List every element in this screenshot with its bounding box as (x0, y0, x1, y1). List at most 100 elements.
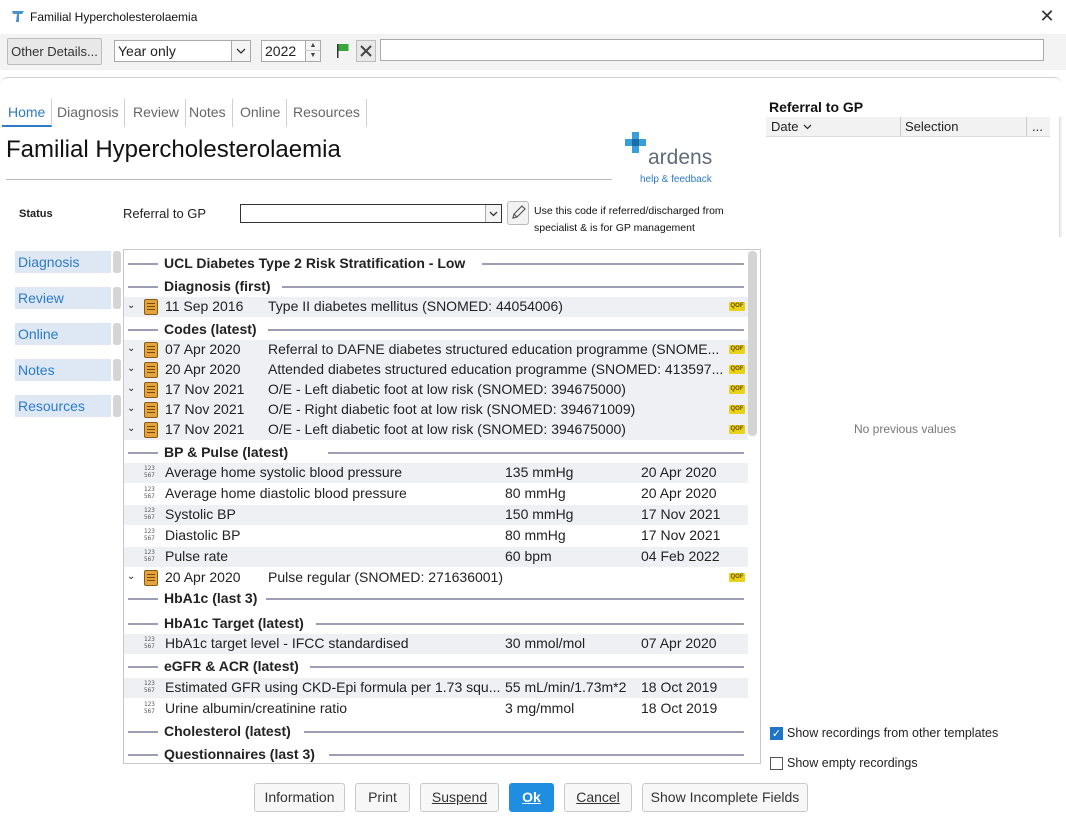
col-selection-header[interactable]: Selection (905, 119, 958, 134)
column-divider[interactable] (900, 117, 901, 137)
col-more-header[interactable]: ... (1032, 119, 1043, 134)
leftnav-notes[interactable]: Notes (15, 359, 111, 381)
section-rule (310, 666, 744, 668)
spin-up-icon[interactable]: ▲ (305, 41, 320, 51)
list-item[interactable]: 123 567 HbA1c target level - IFCC standar… (124, 634, 748, 654)
scroll-icon (144, 422, 158, 438)
recordings-list[interactable]: UCL Diabetes Type 2 Risk Stratification … (123, 249, 761, 764)
chevron-down-icon[interactable]: ⌄ (127, 403, 137, 414)
section-heading: HbA1c (last 3) (164, 590, 258, 606)
recording-date: 17 Nov 2021 (165, 381, 245, 397)
referral-help-text: Use this code if referred/discharged fro… (534, 205, 724, 234)
period-select[interactable]: Year only (114, 40, 251, 62)
numeric-value-icon: 123 567 (144, 680, 155, 694)
list-item[interactable]: ⌄ 20 Apr 2020 Pulse regular (SNOMED: 271… (124, 568, 748, 588)
tab-notes[interactable]: Notes (183, 99, 233, 127)
ok-button[interactable]: Ok (509, 783, 554, 812)
list-item[interactable]: ⌄ 20 Apr 2020 Attended diabetes structur… (124, 360, 748, 380)
flag-button[interactable] (333, 40, 353, 62)
chevron-down-icon[interactable]: ⌄ (127, 363, 137, 374)
information-button[interactable]: Information (254, 783, 345, 812)
chevron-down-icon[interactable]: ⌄ (127, 343, 137, 354)
qof-badge: QOF (729, 345, 745, 354)
show-other-templates-label[interactable]: Show recordings from other templates (787, 726, 998, 740)
tab-resources[interactable]: Resources (287, 99, 367, 127)
help-feedback-link[interactable]: help & feedback (640, 174, 712, 185)
list-item[interactable]: 123 567 Systolic BP 150 mmHg 17 Nov 2021 (124, 505, 748, 525)
recording-value: 80 mmHg (505, 527, 566, 543)
leftnav-resources[interactable]: Resources (15, 395, 111, 417)
list-item[interactable]: 123 567 Diastolic BP 80 mmHg 17 Nov 2021 (124, 526, 748, 546)
list-item[interactable]: ⌄ 11 Sep 2016 Type II diabetes mellitus … (124, 297, 748, 317)
leftnav-handle[interactable] (113, 287, 121, 309)
recording-date: 17 Nov 2021 (165, 401, 245, 417)
referral-label: Referral to GP (123, 206, 207, 221)
section-heading: Questionnaires (last 3) (164, 746, 315, 762)
tab-home[interactable]: Home (2, 99, 53, 127)
chevron-down-icon[interactable] (803, 123, 812, 131)
edit-note-button[interactable] (507, 201, 529, 225)
filter-input[interactable] (380, 39, 1044, 61)
recording-desc: Attended diabetes structured education p… (268, 361, 724, 377)
leftnav-handle[interactable] (113, 251, 121, 273)
print-button[interactable]: Print (355, 783, 410, 812)
empty-state-text: No previous values (854, 422, 957, 436)
section-heading: UCL Diabetes Type 2 Risk Stratification … (164, 255, 466, 271)
chevron-down-icon[interactable]: ⌄ (127, 300, 137, 311)
col-date-header[interactable]: Date (771, 119, 798, 134)
green-flag-icon (337, 44, 349, 58)
section-heading: eGFR & ACR (latest) (164, 658, 299, 674)
recording-name: Estimated GFR using CKD-Epi formula per … (165, 679, 501, 695)
chevron-down-icon[interactable]: ⌄ (127, 423, 137, 434)
close-icon[interactable]: ✕ (1038, 5, 1056, 27)
section-rule (128, 452, 158, 454)
ardens-logo-text[interactable]: ardens (648, 146, 712, 170)
x-icon (360, 45, 372, 57)
list-item[interactable]: ⌄ 17 Nov 2021 O/E - Left diabetic foot a… (124, 380, 748, 400)
list-item[interactable]: ⌄ 07 Apr 2020 Referral to DAFNE diabetes… (124, 340, 748, 360)
tab-online[interactable]: Online (234, 99, 288, 127)
qof-badge: QOF (729, 405, 745, 414)
window-title: Familial Hypercholesterolaemia (30, 10, 198, 24)
leftnav-handle[interactable] (113, 323, 121, 345)
tab-review[interactable]: Review (127, 99, 186, 127)
leftnav-review[interactable]: Review (15, 287, 111, 309)
numeric-value-icon: 123 567 (144, 528, 155, 542)
year-spinner[interactable]: 2022 ▲ ▼ (261, 40, 321, 62)
list-item[interactable]: 123 567 Pulse rate 60 bpm 04 Feb 2022 (124, 547, 748, 567)
chevron-down-icon[interactable] (485, 205, 501, 222)
show-other-templates-checkbox[interactable]: ✓ (770, 727, 783, 740)
leftnav-handle[interactable] (113, 359, 121, 381)
spin-down-icon[interactable]: ▼ (305, 51, 320, 61)
list-scrollbar[interactable] (748, 251, 757, 436)
recording-desc: O/E - Left diabetic foot at low risk (SN… (268, 421, 626, 437)
show-incomplete-fields-button[interactable]: Show Incomplete Fields (642, 783, 808, 812)
list-item[interactable]: ⌄ 17 Nov 2021 O/E - Right diabetic foot … (124, 400, 748, 420)
referral-combo[interactable] (240, 204, 502, 223)
leftnav-diagnosis[interactable]: Diagnosis (15, 251, 111, 273)
suspend-button[interactable]: Suspend (420, 783, 499, 812)
recording-date: 18 Oct 2019 (641, 679, 718, 695)
chevron-down-icon[interactable]: ⌄ (127, 383, 137, 394)
column-divider[interactable] (1026, 117, 1027, 137)
list-item[interactable]: 123 567 Average home systolic blood press… (124, 463, 748, 483)
list-item[interactable]: 123 567 Urine albumin/creatinine ratio 3 … (124, 699, 748, 719)
qof-badge: QOF (729, 573, 745, 582)
tab-diagnosis[interactable]: Diagnosis (51, 99, 126, 127)
other-details-button[interactable]: Other Details... (7, 38, 102, 65)
numeric-value-icon: 123 567 (144, 486, 155, 500)
clear-button[interactable] (356, 40, 376, 62)
leftnav-handle[interactable] (113, 395, 121, 417)
recording-date: 07 Apr 2020 (641, 635, 717, 651)
list-item[interactable]: ⌄ 17 Nov 2021 O/E - Left diabetic foot a… (124, 420, 748, 440)
recording-desc: Pulse regular (SNOMED: 271636001) (268, 569, 504, 585)
show-empty-label[interactable]: Show empty recordings (787, 756, 918, 770)
list-item[interactable]: 123 567 Estimated GFR using CKD-Epi formu… (124, 678, 748, 698)
chevron-down-icon[interactable]: ⌄ (127, 571, 137, 582)
show-empty-checkbox[interactable] (770, 757, 783, 770)
chevron-down-icon[interactable] (231, 41, 250, 61)
leftnav-online[interactable]: Online (15, 323, 111, 345)
list-item[interactable]: 123 567 Average home diastolic blood pres… (124, 484, 748, 504)
title-divider (6, 179, 612, 180)
cancel-button[interactable]: Cancel (564, 783, 632, 812)
